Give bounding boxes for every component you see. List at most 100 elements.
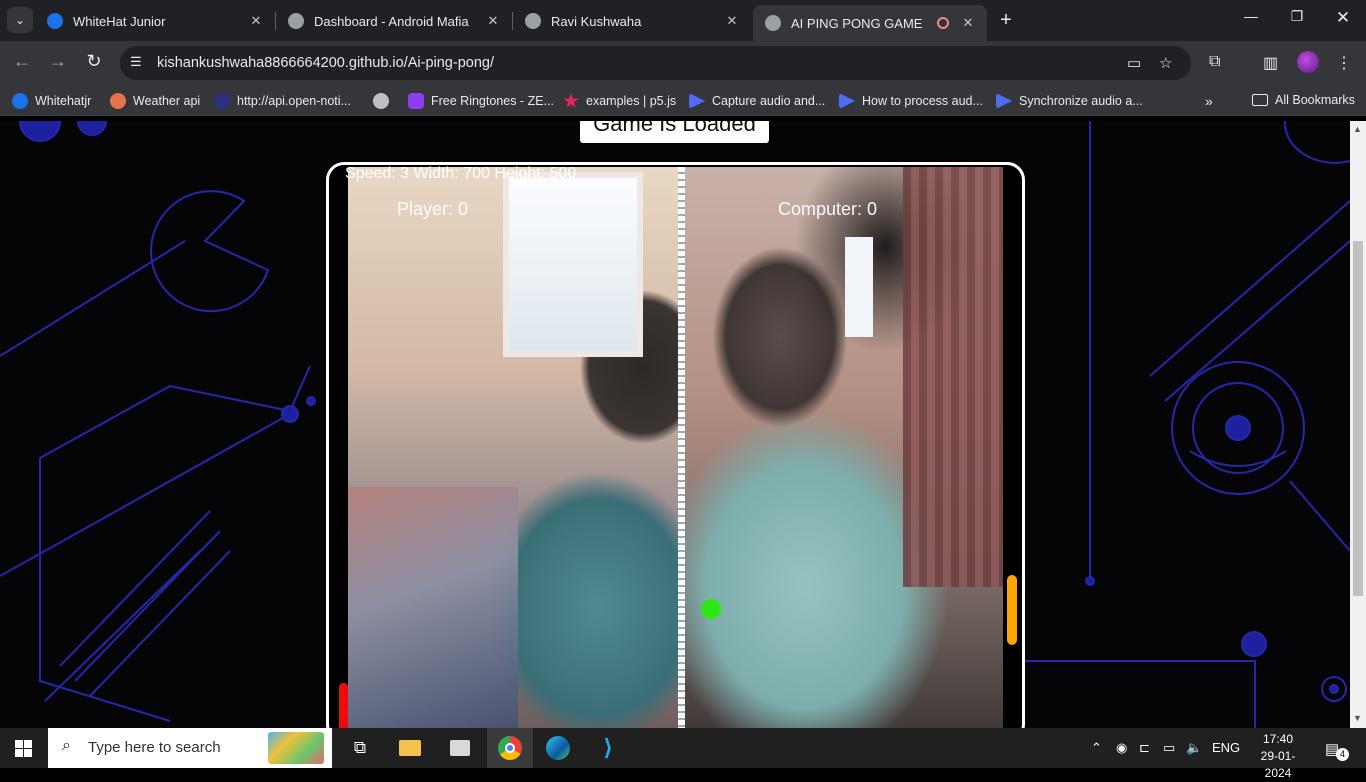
folder-icon xyxy=(1252,94,1268,106)
scroll-up-arrow-icon[interactable]: ▲ xyxy=(1353,124,1362,134)
tab-search-dropdown[interactable]: ⌄ xyxy=(7,7,33,33)
tab-title: Dashboard - Android Mafia xyxy=(314,13,469,29)
task-view-icon[interactable]: ⧉ xyxy=(337,728,383,768)
network-icon[interactable]: ▭ xyxy=(1163,740,1175,756)
tab-ravi-kushwaha[interactable]: Ravi Kushwaha ✕ xyxy=(513,5,751,37)
bookmark-label: Weather api xyxy=(133,94,201,108)
usb-icon[interactable]: ⊏ xyxy=(1139,740,1150,756)
scroll-thumb[interactable] xyxy=(1353,241,1363,596)
show-hidden-icons-chevron-icon[interactable]: ⌃ xyxy=(1091,740,1102,756)
vscode-icon[interactable]: ⟩ xyxy=(585,728,631,768)
bookmark-p5js[interactable]: examples | p5.js xyxy=(563,93,676,109)
close-window-button[interactable]: ✕ xyxy=(1328,8,1358,28)
bookmark-label: Free Ringtones - ZE... xyxy=(431,94,554,108)
tab-ai-ping-pong[interactable]: AI PING PONG GAME ✕ xyxy=(753,5,987,41)
tab-title: WhiteHat Junior xyxy=(73,13,166,29)
bookmark-process-audio[interactable]: How to process aud... xyxy=(839,93,983,109)
clock-time: 17:40 xyxy=(1262,732,1294,746)
tab-title: Ravi Kushwaha xyxy=(551,13,642,29)
page-scrollbar[interactable]: ▲ ▼ xyxy=(1350,121,1366,728)
globe-icon xyxy=(373,93,389,109)
globe-icon xyxy=(765,15,781,31)
minimize-button[interactable]: — xyxy=(1236,8,1266,24)
recording-icon xyxy=(937,17,949,29)
ball xyxy=(701,599,721,619)
bookmark-star-icon[interactable]: ☆ xyxy=(1159,54,1172,72)
back-button[interactable]: ← xyxy=(10,51,34,72)
profile-avatar[interactable] xyxy=(1297,51,1319,73)
browser-toolbar: ← → ↻ ☰ kishankushwaha8866664200.github.… xyxy=(0,41,1366,85)
bookmark-sync-audio[interactable]: Synchronize audio a... xyxy=(996,93,1143,109)
search-highlight-image xyxy=(268,732,324,764)
zedge-icon xyxy=(408,93,424,109)
system-clock[interactable]: 17:40 29-01-2024 xyxy=(1248,731,1308,782)
camera-in-use-icon[interactable]: ◉ xyxy=(1116,740,1127,756)
player-score: Player: 0 xyxy=(397,199,469,219)
notification-count-badge: 4 xyxy=(1336,748,1349,761)
close-tab-icon[interactable]: ✕ xyxy=(959,15,977,31)
new-tab-button[interactable]: + xyxy=(995,9,1017,32)
windows-start-icon[interactable] xyxy=(0,728,46,768)
language-indicator[interactable]: ENG xyxy=(1212,740,1240,755)
close-tab-icon[interactable]: ✕ xyxy=(723,13,741,29)
more-bookmarks-chevron-icon[interactable]: » xyxy=(1205,93,1213,109)
search-icon: ⌕ xyxy=(62,737,71,754)
weather-icon xyxy=(110,93,126,109)
game-status-button[interactable]: Game Is Loaded xyxy=(580,121,769,143)
whitehat-icon xyxy=(12,93,28,109)
page-viewport: Game Is Loaded Speed: 3 Width: 700 Heigh… xyxy=(0,121,1350,728)
azure-icon xyxy=(689,93,705,109)
bookmark-label: http://api.open-noti... xyxy=(237,94,351,108)
bookmark-open-notify[interactable]: http://api.open-noti... xyxy=(214,93,351,109)
side-panel-icon[interactable]: ▥ xyxy=(1263,53,1278,73)
azure-icon xyxy=(839,93,855,109)
clock-date: 29-01-2024 xyxy=(1260,749,1296,780)
search-placeholder: Type here to search xyxy=(88,739,221,756)
edge-icon[interactable] xyxy=(535,728,581,768)
game-canvas[interactable]: Speed: 3 Width: 700 Height: 500 Player: … xyxy=(326,162,1025,728)
close-tab-icon[interactable]: ✕ xyxy=(484,13,502,29)
file-explorer-icon[interactable] xyxy=(387,728,433,768)
windows-taskbar: ⌕ Type here to search ⧉ ⟩ ⌃ ◉ ⊏ ▭ 🔈 ENG … xyxy=(0,728,1366,780)
bookmark-label: How to process aud... xyxy=(862,94,983,108)
computer-paddle xyxy=(1007,575,1017,645)
tab-title: AI PING PONG GAME xyxy=(791,15,923,31)
bookmark-label: Synchronize audio a... xyxy=(1019,94,1143,108)
all-bookmarks[interactable]: All Bookmarks xyxy=(1252,93,1355,107)
all-bookmarks-label: All Bookmarks xyxy=(1275,93,1355,107)
bookmark-label: examples | p5.js xyxy=(586,94,677,108)
bookmark-weather-api[interactable]: Weather api xyxy=(110,93,200,109)
bookmark-whitehatjr[interactable]: Whitehatjr xyxy=(12,93,91,109)
extensions-icon[interactable]: ⧉ xyxy=(1209,53,1220,71)
video-editor-icon[interactable] xyxy=(437,728,483,768)
camera-icon[interactable]: ▭ xyxy=(1127,54,1141,72)
reload-button[interactable]: ↻ xyxy=(82,51,106,72)
globe-icon xyxy=(288,13,304,29)
menu-icon[interactable]: ⋮ xyxy=(1336,53,1352,73)
webcam-feed-left xyxy=(348,167,678,728)
bookmark-free-ringtones[interactable]: Free Ringtones - ZE... xyxy=(408,93,554,109)
bookmarks-bar: Whitehatjr Weather api http://api.open-n… xyxy=(0,85,1366,116)
azure-icon xyxy=(996,93,1012,109)
address-bar[interactable]: ☰ kishankushwaha8866664200.github.io/Ai-… xyxy=(120,46,1191,80)
taskbar-search-box[interactable]: ⌕ Type here to search xyxy=(48,728,332,768)
computer-score: Computer: 0 xyxy=(778,199,878,219)
close-tab-icon[interactable]: ✕ xyxy=(247,13,265,29)
site-info-icon[interactable]: ☰ xyxy=(130,54,142,70)
globe-icon xyxy=(214,93,230,109)
restore-button[interactable]: ❐ xyxy=(1282,8,1312,25)
game-stats-text: Speed: 3 Width: 700 Height: 500 xyxy=(345,165,577,182)
scroll-down-arrow-icon[interactable]: ▼ xyxy=(1353,713,1362,723)
tab-dashboard[interactable]: Dashboard - Android Mafia ✕ xyxy=(276,5,512,37)
player-paddle xyxy=(339,683,348,728)
webcam-feed-right xyxy=(685,167,1003,728)
tab-whitehat-junior[interactable]: WhiteHat Junior ✕ xyxy=(35,5,275,37)
bookmark-globe[interactable] xyxy=(373,93,396,109)
forward-button[interactable]: → xyxy=(46,51,70,72)
chrome-taskbar-icon[interactable] xyxy=(487,728,533,768)
bookmark-capture-audio[interactable]: Capture audio and... xyxy=(689,93,825,109)
tab-strip: ⌄ WhiteHat Junior ✕ Dashboard - Android … xyxy=(0,0,1366,41)
url-text: kishankushwaha8866664200.github.io/Ai-pi… xyxy=(157,55,494,71)
volume-icon[interactable]: 🔈 xyxy=(1186,740,1202,756)
bookmark-label: Capture audio and... xyxy=(712,94,826,108)
